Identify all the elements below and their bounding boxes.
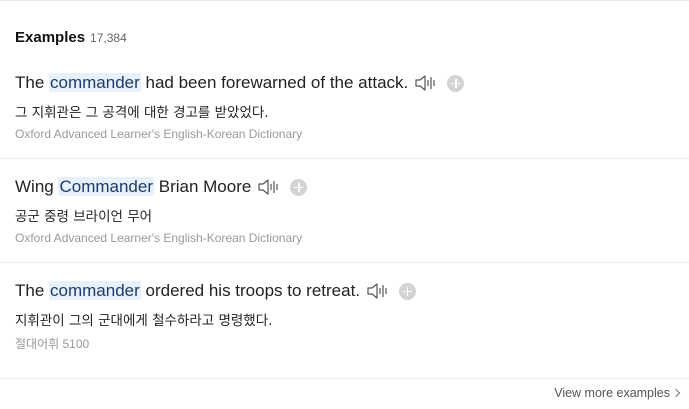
example-translation: 지휘관이 그의 군대에게 철수하라고 명령했다.	[15, 313, 273, 329]
highlighted-term: commander	[49, 281, 141, 300]
example-item: The commander had been forewarned of the…	[15, 70, 689, 141]
sentence-before: Wing	[15, 177, 59, 196]
examples-header: Examples 17,384	[15, 29, 127, 46]
add-icon[interactable]	[399, 282, 417, 300]
sentence-before: The	[15, 73, 50, 92]
add-icon[interactable]	[290, 178, 308, 196]
sentence-text: The commander ordered his troops to retr…	[15, 281, 360, 301]
highlighted-term: commander	[49, 73, 141, 92]
add-icon[interactable]	[447, 74, 465, 92]
example-source: Oxford Advanced Learner's English-Korean…	[15, 127, 303, 141]
example-sentence: The commander had been forewarned of the…	[15, 70, 689, 96]
example-source: 절대어휘 5100	[15, 337, 90, 351]
sentence-before: The	[15, 281, 50, 300]
sentence-after: Brian Moore	[154, 177, 252, 196]
sentence-after: ordered his troops to retreat.	[140, 281, 361, 300]
top-divider	[0, 0, 689, 1]
divider	[0, 378, 689, 379]
view-more-examples-link[interactable]: View more examples	[554, 386, 681, 400]
example-item: Wing Commander Brian Moore 공군 중령 브라이언 무어…	[15, 174, 689, 245]
example-sentence: The commander ordered his troops to retr…	[15, 278, 689, 304]
speaker-icon[interactable]	[257, 177, 281, 197]
chevron-right-icon	[671, 388, 681, 398]
example-item: The commander ordered his troops to retr…	[15, 278, 689, 352]
sentence-text: The commander had been forewarned of the…	[15, 73, 408, 93]
example-source: Oxford Advanced Learner's English-Korean…	[15, 231, 303, 245]
examples-count: 17,384	[90, 31, 127, 45]
example-translation: 공군 중령 브라이언 무어	[15, 209, 153, 225]
sentence-text: Wing Commander Brian Moore	[15, 177, 251, 197]
highlighted-term: Commander	[58, 177, 155, 196]
divider	[0, 262, 689, 263]
speaker-icon[interactable]	[414, 73, 438, 93]
view-more-label: View more examples	[554, 386, 670, 400]
divider	[0, 158, 689, 159]
sentence-after: had been forewarned of the attack.	[140, 73, 409, 92]
examples-title: Examples	[15, 29, 86, 46]
example-translation: 그 지휘관은 그 공격에 대한 경고를 받았었다.	[15, 105, 269, 121]
example-sentence: Wing Commander Brian Moore	[15, 174, 689, 200]
speaker-icon[interactable]	[366, 281, 390, 301]
